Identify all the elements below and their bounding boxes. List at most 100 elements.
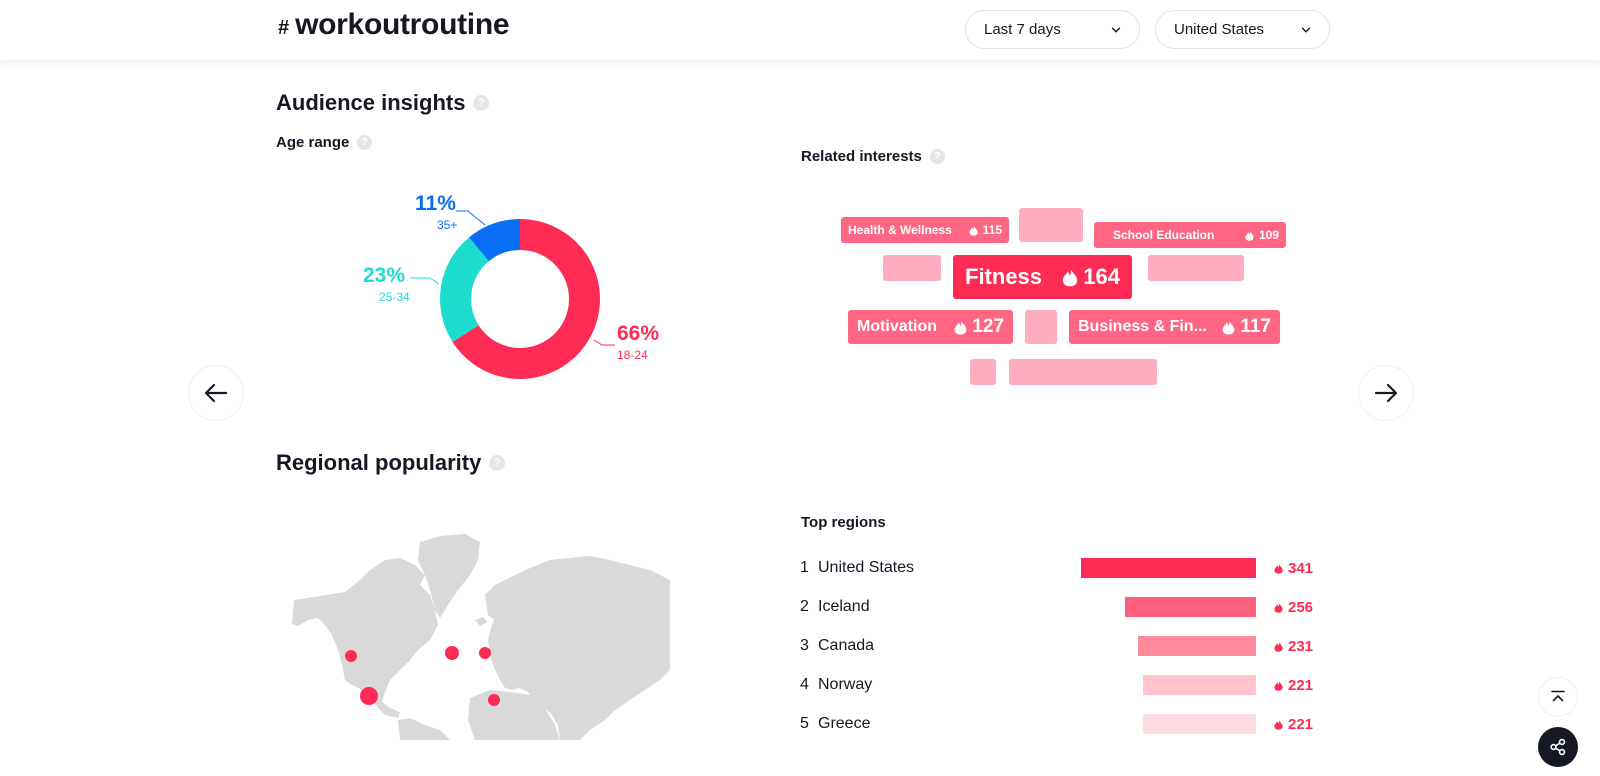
interest-tag-business-finance[interactable]: Business & Fin... 117	[1069, 310, 1280, 344]
interest-placeholder	[1009, 359, 1157, 385]
audience-insights-title: Audience insights	[276, 90, 466, 115]
related-interests-cloud: Health & Wellness 115 School Education 1…	[780, 190, 1300, 390]
chevron-down-icon	[1111, 27, 1121, 33]
flame-icon	[1274, 719, 1283, 730]
region-bar	[1143, 714, 1256, 734]
interest-placeholder	[1148, 255, 1244, 281]
help-icon[interactable]: ?	[357, 135, 373, 150]
hash-symbol: #	[278, 17, 290, 39]
flame-icon	[1222, 319, 1235, 335]
related-interests-title: Related interests	[801, 148, 922, 165]
marker-united-states[interactable]	[360, 687, 378, 705]
region-name: Norway	[818, 676, 873, 693]
hashtag-title: # workoutroutine	[278, 8, 510, 42]
region-name: Greece	[818, 715, 871, 732]
back-to-top-button[interactable]	[1538, 677, 1578, 717]
next-button[interactable]	[1358, 365, 1414, 421]
region-rank: 2	[800, 598, 809, 615]
related-interests-heading: Related interests ?	[801, 148, 945, 165]
region-rank: 1	[800, 559, 809, 576]
leader-line-18-24	[593, 339, 615, 346]
interest-tag-motivation[interactable]: Motivation 127	[848, 310, 1013, 344]
hashtag-name: workoutroutine	[295, 8, 510, 41]
region-row: 5 Greece 221	[800, 712, 1320, 736]
interest-label: School Education	[1113, 228, 1215, 242]
world-map-svg	[292, 534, 670, 740]
marker-greece[interactable]	[488, 694, 500, 706]
region-bar	[1137, 636, 1256, 656]
percent-18-24: 66%	[617, 322, 660, 345]
leader-line-25-34	[410, 277, 440, 285]
time-range-dropdown[interactable]: Last 7 days	[965, 10, 1140, 49]
share-button[interactable]	[1538, 727, 1578, 767]
interest-label: Health & Wellness	[848, 223, 952, 237]
flame-icon	[1245, 230, 1254, 241]
interest-tag-school-education[interactable]: School Education 109	[1094, 222, 1286, 248]
region-bar	[1124, 597, 1256, 617]
region-name: Iceland	[818, 598, 870, 615]
region-value: 341	[1274, 560, 1313, 577]
arrow-left-icon	[204, 383, 228, 403]
flame-icon	[1274, 563, 1283, 574]
donut-slice-25-34[interactable]	[440, 237, 489, 342]
region-value: 231	[1274, 638, 1313, 655]
region-name: Canada	[818, 637, 875, 654]
percent-25-34: 23%	[363, 264, 406, 287]
region-value: 221	[1274, 716, 1313, 733]
percent-35plus: 11%	[415, 192, 456, 215]
region-row: 2 Iceland 256	[800, 595, 1320, 619]
region-bar	[1143, 675, 1256, 695]
interest-count: 115	[969, 223, 1002, 237]
interest-count: 109	[1245, 228, 1279, 242]
interest-tag-health-wellness[interactable]: Health & Wellness 115	[841, 217, 1009, 243]
interest-count: 127	[954, 316, 1004, 338]
region-bar	[1081, 558, 1256, 578]
age-range-heading: Age range ?	[276, 134, 373, 151]
region-row: 4 Norway 221	[800, 673, 1320, 697]
marker-canada[interactable]	[345, 650, 357, 662]
world-map	[290, 530, 670, 740]
region-dropdown[interactable]: United States	[1155, 10, 1330, 49]
interest-tag-fitness[interactable]: Fitness 164	[953, 255, 1132, 299]
age-range-donut-chart: 11% 35+ 23% 25-34 66% 18-24	[340, 180, 680, 400]
age-range-title: Age range	[276, 134, 350, 151]
help-icon[interactable]: ?	[929, 149, 945, 164]
interest-placeholder	[1025, 310, 1057, 344]
region-value: 256	[1274, 599, 1313, 616]
help-icon[interactable]: ?	[473, 95, 490, 111]
page-header: # workoutroutine Last 7 days United Stat…	[0, 0, 1600, 60]
flame-icon	[1274, 680, 1283, 691]
top-regions-title: Top regions	[801, 514, 886, 531]
region-rank: 5	[800, 715, 809, 732]
marker-iceland[interactable]	[445, 646, 459, 660]
arrow-up-to-top-icon	[1551, 690, 1565, 702]
region-value: United States	[1174, 21, 1265, 38]
flame-icon	[1274, 641, 1283, 652]
regional-popularity-title: Regional popularity	[276, 450, 482, 475]
time-range-value: Last 7 days	[984, 21, 1061, 38]
interest-placeholder	[970, 359, 996, 385]
region-name: United States	[818, 559, 915, 576]
share-icon	[1550, 738, 1566, 756]
map-land	[292, 534, 670, 740]
interest-count: 164	[1062, 264, 1120, 290]
arrow-right-icon	[1374, 383, 1398, 403]
interest-label: Fitness	[965, 264, 1043, 289]
chevron-down-icon	[1301, 27, 1311, 33]
marker-norway[interactable]	[479, 647, 491, 659]
flame-icon	[969, 225, 978, 236]
flame-icon	[1274, 602, 1283, 613]
interest-placeholder	[1019, 208, 1083, 242]
audience-insights-heading: Audience insights ?	[276, 90, 490, 116]
label-25-34: 25-34	[379, 290, 410, 304]
region-row: 3 Canada 231	[800, 634, 1320, 658]
label-35plus: 35+	[437, 218, 458, 232]
help-icon[interactable]: ?	[489, 455, 506, 471]
leader-line-35plus	[456, 210, 486, 226]
interest-label: Business & Fin...	[1078, 318, 1207, 335]
previous-button[interactable]	[188, 365, 244, 421]
flame-icon	[1063, 268, 1078, 287]
region-rank: 3	[800, 637, 809, 654]
interest-count: 117	[1222, 316, 1271, 338]
regional-popularity-heading: Regional popularity ?	[276, 450, 506, 476]
